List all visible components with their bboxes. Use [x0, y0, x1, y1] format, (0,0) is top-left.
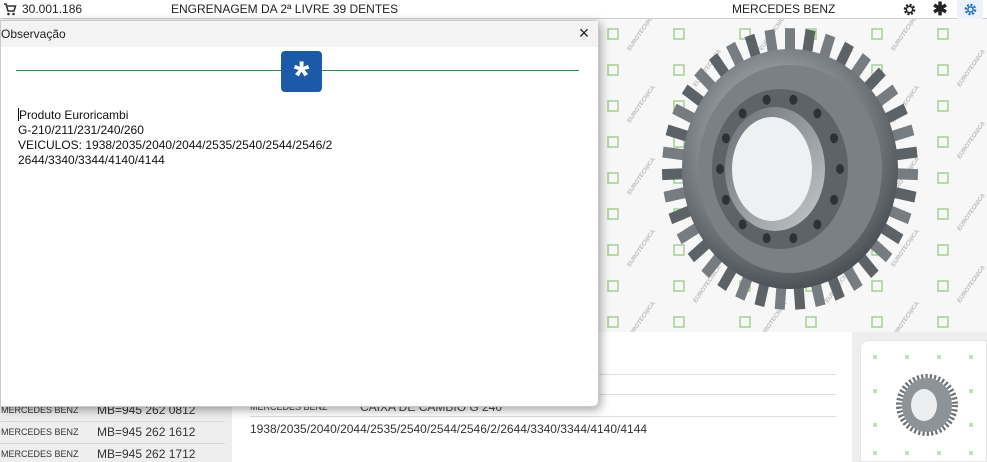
watermark-text: EUROTECNICA [627, 300, 658, 332]
watermark-text: EUROTECNICA [627, 19, 658, 52]
dialog-title: Observação [1, 27, 66, 41]
watermark-logo-icon [607, 208, 619, 220]
settings-icon [964, 3, 976, 16]
bolt-hole [836, 164, 844, 174]
bolt-hole [721, 194, 730, 205]
observation-line: 2644/3340/3344/4140/4144 [18, 153, 165, 167]
cart-icon[interactable] [3, 1, 17, 17]
watermark-logo-icon [607, 244, 619, 256]
reference-code: MB=945 262 1612 [97, 425, 196, 439]
gear-tooth [662, 146, 686, 161]
thumbnail-image [873, 355, 973, 455]
product-title: ENGRENAGEM DA 2ª LIVRE 39 DENTES [171, 2, 399, 16]
gear-button[interactable] [896, 0, 922, 19]
close-icon[interactable]: × [574, 24, 594, 44]
watermark-text: EUROTECNICA [957, 264, 987, 304]
watermark-logo-icon [937, 280, 949, 292]
settings-button[interactable] [957, 0, 983, 19]
bolt-hole [789, 94, 798, 105]
watermark-logo-icon [607, 316, 619, 328]
reference-brand: MERCEDES BENZ [1, 449, 79, 459]
gear-tooth [785, 28, 795, 53]
watermark-logo-icon [937, 28, 949, 40]
watermark-logo-icon [607, 280, 619, 292]
observation-line: Produto Euroricambi [18, 108, 129, 122]
gear-product-image [661, 28, 919, 310]
watermark-logo-icon [607, 28, 619, 40]
watermark-logo-icon [937, 316, 949, 328]
bolt-hole [813, 108, 822, 119]
product-code: 30.001.186 [22, 2, 83, 16]
table-row[interactable]: MERCEDES BENZ MB=945 262 1612 [0, 422, 225, 444]
reference-code: MB=945 262 1712 [97, 447, 196, 461]
observation-dialog: Observação × * Produto Euroricambi G-210… [0, 20, 599, 407]
observation-line: VEICULOS: 1938/2035/2040/2044/2535/2540/… [18, 138, 333, 152]
bolt-hole [830, 133, 839, 144]
bolt-hole [813, 219, 822, 230]
bolt-hole [830, 194, 839, 205]
watermark-logo-icon [607, 100, 619, 112]
watermark-text: EUROTECNICA [627, 156, 658, 196]
watermark-logo-icon [937, 64, 949, 76]
watermark-logo-icon [937, 208, 949, 220]
watermark-logo-icon [607, 172, 619, 184]
table-row[interactable]: MERCEDES BENZ MB=945 262 1712 [0, 444, 225, 462]
observation-text[interactable]: Produto Euroricambi G-210/211/231/240/26… [18, 108, 332, 168]
watermark-logo-icon [937, 172, 949, 184]
product-thumbnail[interactable] [860, 340, 987, 462]
watermark-text: EUROTECNICA [627, 84, 658, 124]
watermark-text: EUROTECNICA [627, 228, 658, 268]
asterisk-button[interactable]: ✱ [927, 0, 953, 19]
watermark-text: EUROTECNICA [957, 120, 987, 160]
bolt-hole [716, 164, 724, 174]
watermark-text: EUROTECNICA [957, 192, 987, 232]
asterisk-icon: ✱ [932, 0, 948, 19]
product-brand: MERCEDES BENZ [732, 2, 836, 16]
observation-line: G-210/211/231/240/260 [18, 123, 144, 137]
application-vehicles: 1938/2035/2040/2044/2535/2540/2544/2546/… [250, 422, 648, 436]
watermark-logo-icon [937, 100, 949, 112]
gear-tooth [895, 168, 919, 181]
divider [250, 416, 836, 417]
product-image-area: EUROTECNICA EUROTECNICA EUROTECNICA EUROTEC… [600, 19, 987, 332]
watermark-logo-icon [607, 136, 619, 148]
watermark-logo-icon [937, 136, 949, 148]
gear-icon [903, 3, 915, 16]
watermark-logo-icon [937, 244, 949, 256]
dialog-header: Observação × [1, 21, 598, 47]
bolt-hole [721, 133, 730, 144]
bolt-hole [738, 108, 747, 119]
asterisk-badge-icon: * [281, 51, 322, 98]
reference-brand: MERCEDES BENZ [1, 427, 79, 437]
bolt-hole [762, 233, 771, 244]
references-table: MERCEDES BENZ MB=945 262 0812 MERCEDES B… [0, 400, 225, 462]
bolt-hole [762, 94, 771, 105]
gear-tooth [661, 168, 685, 181]
app-window: 30.001.186 ENGRENAGEM DA 2ª LIVRE 39 DEN… [0, 0, 987, 462]
bolt-hole [738, 219, 747, 230]
watermark-text: EUROTECNICA [957, 48, 987, 88]
bolt-hole [789, 233, 798, 244]
watermark-logo-icon [607, 64, 619, 76]
gear-tooth [894, 146, 918, 161]
top-bar: 30.001.186 ENGRENAGEM DA 2ª LIVRE 39 DEN… [0, 0, 987, 19]
